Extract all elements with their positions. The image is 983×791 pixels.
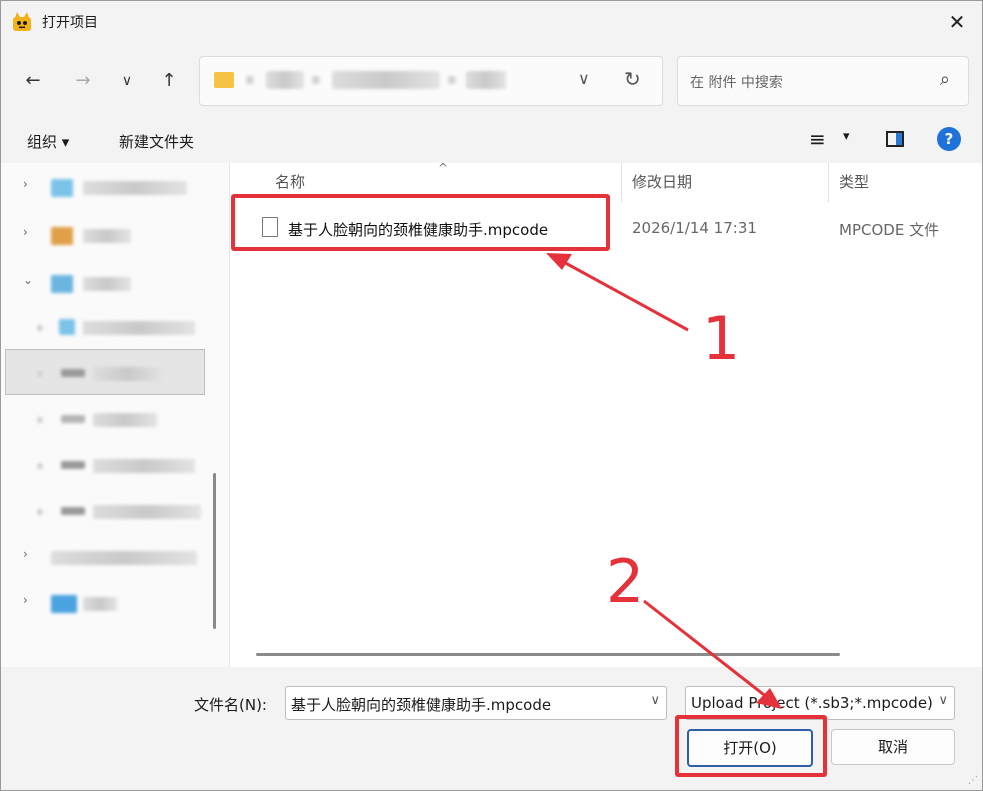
sidebar-item[interactable]: › [1,213,211,257]
sidebar-item[interactable] [1,305,211,349]
sidebar-item[interactable] [1,351,211,395]
path-dropdown-icon[interactable]: ∨ [578,69,590,88]
path-segment-redacted[interactable] [266,71,304,89]
sidebar-item[interactable]: › [1,535,211,579]
path-segment-redacted[interactable] [332,71,440,89]
sidebar-item-label-redacted [93,367,163,381]
sidebar-item-label-redacted [93,413,157,427]
sidebar-item[interactable]: ⌄ [1,261,211,305]
path-separator [448,76,456,84]
sidebar-scrollbar[interactable] [213,473,216,629]
search-placeholder: 在 附件 中搜索 [690,75,783,91]
filename-dropdown-icon[interactable]: ∨ [650,693,660,708]
path-segment-redacted[interactable] [466,71,506,89]
column-header-modified[interactable]: 修改日期 [632,171,692,192]
path-separator [246,76,254,84]
bullet [37,417,43,423]
sidebar-item-label-redacted [93,505,201,519]
file-modified-date: 2026/1/14 17:31 [632,219,757,237]
sidebar-item[interactable] [1,397,211,441]
bullet [37,371,43,377]
chevron-right-icon[interactable]: › [23,593,28,607]
recent-locations-chevron-icon[interactable]: ∨ [113,67,141,95]
forward-arrow-icon[interactable]: → [69,67,97,95]
sidebar-item-label-redacted [83,277,131,291]
sidebar-item-icon [61,507,85,515]
view-list-icon[interactable]: ≡ [809,127,826,151]
sidebar-item-label-redacted [83,229,131,243]
sidebar-item[interactable] [1,443,211,487]
app-logo-icon [13,12,31,31]
back-arrow-icon[interactable]: ← [19,67,47,95]
resize-grip-icon[interactable]: ⋰ [968,775,978,786]
filename-label: 文件名(N): [194,696,267,714]
sidebar-item-icon [61,369,85,377]
chevron-right-icon[interactable]: › [23,225,28,239]
navigation-pane: › › ⌄ › › [1,163,230,667]
address-bar[interactable]: ∨ ↻ [199,56,663,106]
new-folder-button[interactable]: 新建文件夹 [119,131,194,152]
annotation-step-2: 2 [606,547,645,617]
filename-value[interactable]: 基于人脸朝向的颈椎健康助手.mpcode [291,694,551,715]
refresh-icon[interactable]: ↻ [624,67,641,91]
sidebar-item-label-redacted [93,459,195,473]
annotation-highlight-open-button [675,715,827,777]
bullet [37,463,43,469]
organize-menu[interactable]: 组织 ▾ [27,131,69,152]
annotation-highlight-file [231,194,610,251]
sidebar-item[interactable]: › [1,165,211,209]
filetype-value[interactable]: Upload Project (*.sb3;*.mpcode) [691,694,933,712]
command-bar: 组织 ▾ 新建文件夹 ≡ ▾ ? [1,117,982,163]
cancel-button[interactable]: 取消 [831,729,955,765]
title-bar: 打开项目 ✕ [1,1,982,45]
column-header-type[interactable]: 类型 [839,171,869,192]
folder-icon [214,72,234,88]
search-icon[interactable]: ⌕ [940,69,950,90]
filename-input[interactable]: 基于人脸朝向的颈椎健康助手.mpcode ∨ [285,686,667,720]
horizontal-scrollbar[interactable] [256,653,840,656]
sidebar-item-icon [51,179,73,197]
sidebar-item[interactable] [1,489,211,533]
path-separator [312,76,320,84]
preview-pane-icon[interactable] [886,131,904,147]
chevron-right-icon[interactable]: › [23,547,28,561]
dialog-title: 打开项目 [42,15,98,31]
sidebar-item-icon [61,415,85,423]
chevron-right-icon[interactable]: › [23,177,28,191]
filetype-dropdown-icon[interactable]: ∨ [938,693,948,708]
search-box[interactable]: 在 附件 中搜索 ⌕ [677,56,969,106]
sidebar-item-icon [51,227,73,245]
sidebar-item-icon [51,595,77,613]
annotation-step-1: 1 [702,304,741,374]
column-divider[interactable] [828,163,829,203]
sidebar-item-label-redacted [51,551,197,565]
sidebar-item-label-redacted [83,321,195,335]
open-project-dialog: 打开项目 ✕ ← → ∨ ↑ ∨ ↻ 在 附件 中搜索 ⌕ 组织 ▾ 新建文件夹… [0,0,983,791]
sidebar-item-label-redacted [83,597,117,611]
bullet [37,509,43,515]
column-divider[interactable] [621,163,622,203]
column-header-name[interactable]: 名称 [275,171,305,192]
sidebar-item-icon [61,461,85,469]
chevron-down-icon[interactable]: ⌄ [23,273,33,287]
up-arrow-icon[interactable]: ↑ [155,67,183,95]
sidebar-item-icon [51,275,73,293]
dialog-footer: 文件名(N): 基于人脸朝向的颈椎健康助手.mpcode ∨ Upload Pr… [1,667,982,790]
help-icon[interactable]: ? [937,127,961,151]
navigation-bar: ← → ∨ ↑ ∨ ↻ 在 附件 中搜索 ⌕ [1,45,982,117]
sidebar-item-icon [59,319,75,335]
view-dropdown-icon[interactable]: ▾ [843,129,850,144]
sidebar-item[interactable]: › [1,581,211,625]
close-icon[interactable]: ✕ [944,9,970,35]
sidebar-item-label-redacted [83,181,187,195]
sort-ascending-icon: ^ [438,161,449,175]
bullet [37,325,43,331]
file-type: MPCODE 文件 [839,221,940,239]
